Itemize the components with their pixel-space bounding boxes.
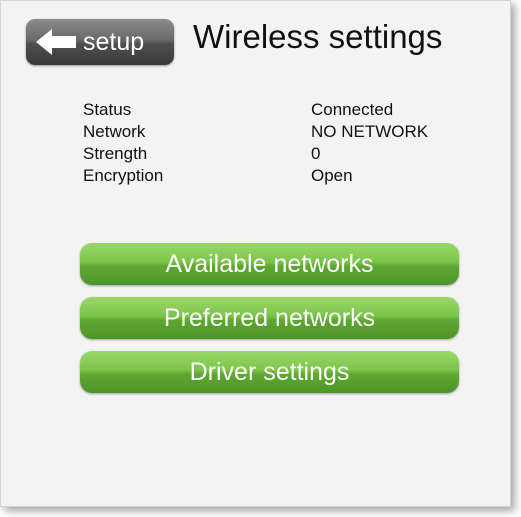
available-networks-button[interactable]: Available networks bbox=[80, 243, 459, 285]
status-row: Status Connected bbox=[83, 99, 463, 121]
strength-key: Strength bbox=[83, 144, 148, 163]
arrow-left-icon bbox=[36, 29, 76, 55]
settings-panel: setup Wireless settings Status Connected… bbox=[0, 0, 511, 507]
status-key: Status bbox=[83, 100, 132, 119]
status-value: Connected bbox=[311, 100, 394, 119]
network-key: Network bbox=[83, 122, 146, 141]
back-button[interactable]: setup bbox=[26, 19, 174, 65]
strength-row: Strength 0 bbox=[83, 143, 463, 165]
encryption-key: Encryption bbox=[83, 166, 164, 185]
strength-value: 0 bbox=[311, 144, 321, 163]
network-row: Network NO NETWORK bbox=[83, 121, 463, 143]
page-title: Wireless settings bbox=[193, 18, 443, 55]
network-value: NO NETWORK bbox=[311, 122, 429, 141]
encryption-value: Open bbox=[311, 166, 353, 185]
driver-settings-button[interactable]: Driver settings bbox=[80, 351, 459, 393]
status-table: Status Connected Network NO NETWORK Stre… bbox=[83, 99, 463, 187]
back-button-label: setup bbox=[83, 28, 145, 56]
preferred-networks-button[interactable]: Preferred networks bbox=[80, 297, 459, 339]
encryption-row: Encryption Open bbox=[83, 165, 463, 187]
